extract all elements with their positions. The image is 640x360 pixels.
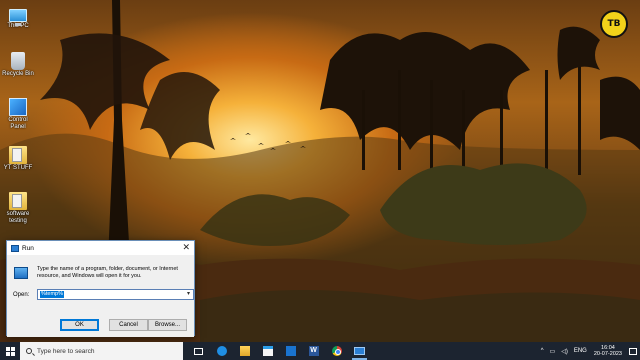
taskbar-apps: W (187, 342, 371, 360)
chrome-icon (331, 346, 342, 356)
taskbar-store[interactable] (256, 342, 279, 360)
cancel-button[interactable]: Cancel (109, 319, 148, 331)
clock[interactable]: 16:04 20-07-2023 (594, 345, 622, 358)
desktop-icon-yt-stuff[interactable]: YT STUFF (2, 146, 34, 172)
desktop-icon-software-testing[interactable]: software testing (2, 192, 34, 225)
notification-icon[interactable] (626, 342, 640, 360)
run-icon (11, 244, 19, 252)
clock-date: 20-07-2023 (593, 351, 622, 357)
desktop-icon-recycle-bin[interactable]: Recycle Bin (2, 52, 34, 78)
chevron-down-icon[interactable]: ▾ (184, 290, 193, 299)
desktop-icon-label: Control Panel (8, 117, 28, 130)
desktop-icon-label: YT STUFF (3, 165, 33, 171)
taskbar-word[interactable]: W (302, 342, 325, 360)
taskbar-chrome[interactable] (325, 342, 348, 360)
taskbar: Type here to search W ^ ▭ ◁) ENG 16:04 2… (0, 342, 640, 360)
store-icon (262, 346, 273, 356)
control-panel-icon (9, 98, 27, 116)
browse-button[interactable]: Browse... (148, 319, 187, 331)
run-dialog-footer: OK Cancel Browse... (7, 315, 194, 337)
taskbar-run[interactable] (348, 342, 371, 360)
taskbar-search[interactable]: Type here to search (20, 342, 183, 360)
language-indicator[interactable]: ENG (574, 348, 587, 354)
start-button[interactable] (0, 342, 20, 360)
folder-icon (9, 192, 27, 210)
run-dialog: Run ✕ Type the name of a program, folder… (6, 240, 195, 337)
desktop-icon-label: Recycle Bin (2, 71, 34, 77)
desktop-icon-control-panel[interactable]: Control Panel (2, 98, 34, 131)
run-description: Type the name of a program, folder, docu… (37, 266, 178, 279)
network-icon[interactable]: ▭ (550, 348, 556, 355)
run-dialog-body: Type the name of a program, folder, docu… (7, 255, 194, 337)
run-icon (354, 347, 365, 355)
channel-logo-text: TB (607, 19, 621, 29)
recycle-bin-icon (11, 52, 25, 70)
this-pc-icon (9, 9, 27, 26)
close-icon[interactable]: ✕ (182, 243, 190, 252)
folder-icon (9, 146, 27, 164)
word-icon: W (308, 346, 319, 356)
ok-button[interactable]: OK (60, 319, 99, 331)
search-icon (26, 348, 32, 354)
desktop-icon-label: software testing (6, 211, 30, 224)
windows-icon (5, 346, 15, 356)
file-explorer-icon (239, 346, 250, 356)
tray-chevron-icon[interactable]: ^ (541, 348, 544, 354)
open-label: Open: (13, 292, 30, 298)
taskbar-file-explorer[interactable] (233, 342, 256, 360)
volume-icon[interactable]: ◁) (561, 348, 568, 355)
search-placeholder: Type here to search (37, 347, 95, 355)
taskbar-task-view[interactable] (187, 342, 210, 360)
run-dialog-title: Run (22, 244, 34, 252)
channel-logo: TB (600, 10, 628, 38)
system-tray: ^ ▭ ◁) ENG 16:04 20-07-2023 (538, 342, 640, 360)
taskbar-mail[interactable] (279, 342, 302, 360)
desktop-icon-this-pc[interactable]: This PC (2, 6, 34, 30)
open-combobox[interactable]: %temp% ▾ (37, 289, 194, 300)
taskbar-edge[interactable] (210, 342, 233, 360)
edge-icon (216, 346, 227, 356)
task-view-icon (194, 347, 203, 355)
run-dialog-titlebar[interactable]: Run ✕ (7, 241, 194, 255)
open-input-value[interactable]: %temp% (40, 291, 65, 298)
run-program-icon (14, 267, 28, 279)
mail-icon (285, 346, 296, 356)
